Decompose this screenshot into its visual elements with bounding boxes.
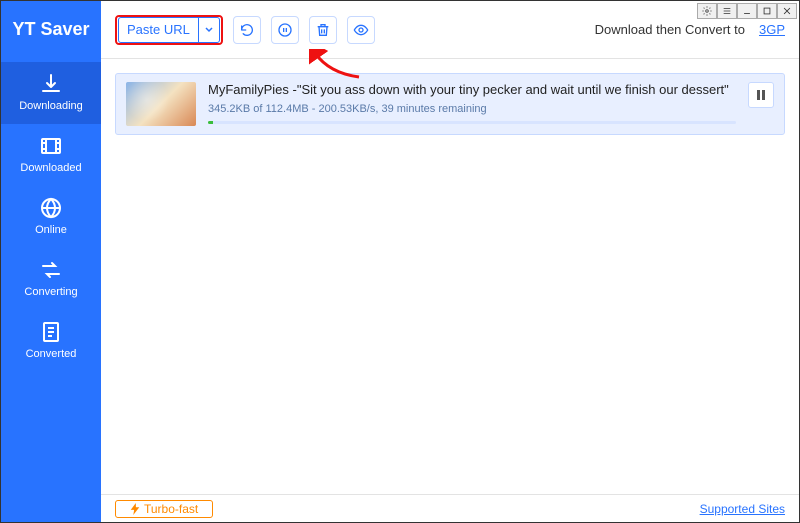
- sidebar-item-label: Converted: [26, 348, 77, 360]
- delete-button[interactable]: [309, 16, 337, 44]
- film-icon: [39, 134, 63, 158]
- menu-button[interactable]: [717, 3, 737, 19]
- progress-bar: [208, 121, 736, 124]
- sidebar: YT Saver Downloading Downloaded Online C…: [1, 1, 101, 522]
- globe-icon: [39, 196, 63, 220]
- toolbar: Paste URL Download then Convert to 3GP: [101, 1, 799, 59]
- resume-button[interactable]: [233, 16, 261, 44]
- maximize-button[interactable]: [757, 3, 777, 19]
- sidebar-item-downloading[interactable]: Downloading: [1, 62, 101, 124]
- convert-icon: [39, 258, 63, 282]
- sidebar-item-label: Online: [35, 224, 67, 236]
- sidebar-item-downloaded[interactable]: Downloaded: [1, 124, 101, 186]
- download-title: MyFamilyPies -"Sit you ass down with you…: [208, 82, 736, 97]
- app-title: YT Saver: [1, 1, 101, 62]
- convert-format-link[interactable]: 3GP: [759, 22, 785, 37]
- pause-all-button[interactable]: [271, 16, 299, 44]
- sidebar-item-converted[interactable]: Converted: [1, 310, 101, 372]
- thumbnail: [126, 82, 196, 126]
- close-button[interactable]: [777, 3, 797, 19]
- paste-url-button[interactable]: Paste URL: [118, 17, 220, 43]
- sidebar-item-online[interactable]: Online: [1, 186, 101, 248]
- preview-button[interactable]: [347, 16, 375, 44]
- paste-url-highlight: Paste URL: [115, 15, 223, 45]
- paste-url-label: Paste URL: [119, 22, 198, 37]
- paste-url-dropdown[interactable]: [198, 18, 219, 42]
- pause-button[interactable]: [748, 82, 774, 108]
- download-icon: [39, 72, 63, 96]
- download-status: 345.2KB of 112.4MB - 200.53KB/s, 39 minu…: [208, 103, 736, 115]
- pause-circle-icon: [277, 22, 293, 38]
- sidebar-item-label: Downloading: [19, 100, 83, 112]
- turbo-fast-button[interactable]: Turbo-fast: [115, 500, 213, 518]
- sidebar-item-converting[interactable]: Converting: [1, 248, 101, 310]
- window-controls: [697, 3, 797, 19]
- chevron-down-icon: [205, 27, 213, 33]
- document-icon: [39, 320, 63, 344]
- download-info: MyFamilyPies -"Sit you ass down with you…: [208, 82, 736, 124]
- footer: Turbo-fast Supported Sites: [101, 494, 799, 522]
- sidebar-item-label: Converting: [24, 286, 77, 298]
- supported-sites-link[interactable]: Supported Sites: [700, 502, 785, 516]
- main-panel: Paste URL Download then Convert to 3GP: [101, 1, 799, 522]
- trash-icon: [315, 22, 331, 38]
- download-list: MyFamilyPies -"Sit you ass down with you…: [101, 59, 799, 494]
- minimize-button[interactable]: [737, 3, 757, 19]
- lightning-icon: [130, 503, 140, 515]
- eye-icon: [353, 22, 369, 38]
- refresh-icon: [239, 22, 255, 38]
- download-row[interactable]: MyFamilyPies -"Sit you ass down with you…: [115, 73, 785, 135]
- sidebar-item-label: Downloaded: [20, 162, 81, 174]
- convert-label: Download then Convert to: [595, 22, 745, 37]
- settings-button[interactable]: [697, 3, 717, 19]
- turbo-label: Turbo-fast: [144, 502, 198, 516]
- pause-icon: [755, 89, 767, 101]
